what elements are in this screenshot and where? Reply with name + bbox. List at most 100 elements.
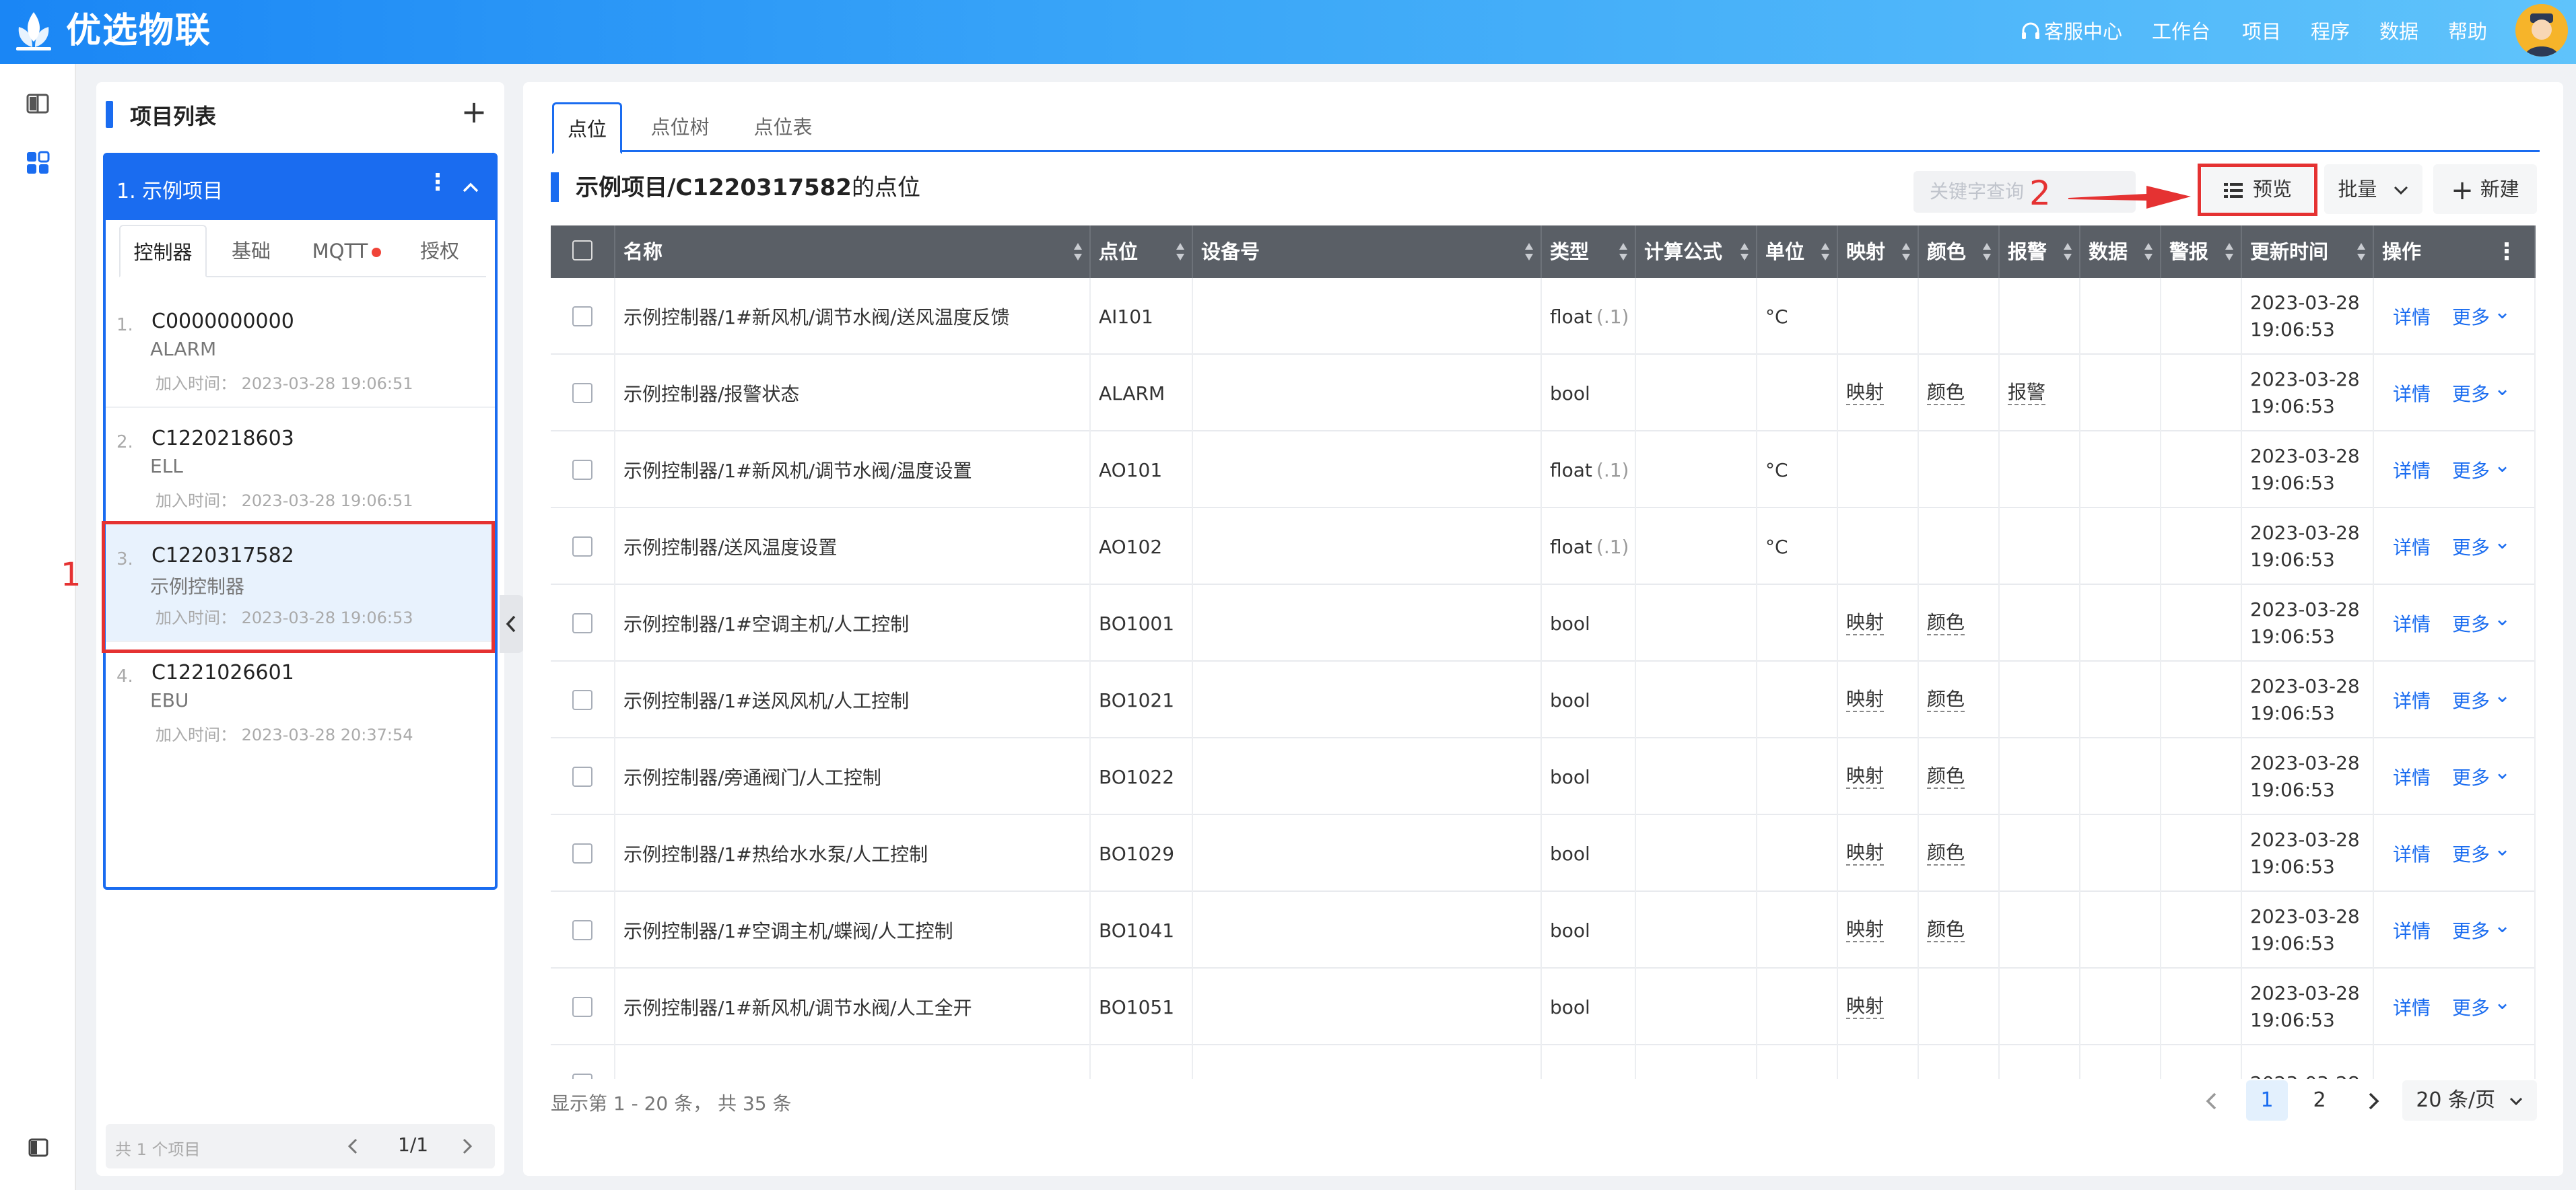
chevron-down-icon[interactable]: ⌄ <box>2494 761 2511 784</box>
more-link[interactable]: 更多 <box>2452 840 2490 867</box>
kebab-menu-icon[interactable]: ⋮ <box>426 169 449 196</box>
map-link[interactable]: 映射 <box>1846 381 1885 405</box>
table-row[interactable]: 示例控制器/1#新风机/调节水阀/温度设置 AO101 float (.1) °C 202… <box>551 431 2536 508</box>
detail-link[interactable]: 详情 <box>2393 840 2431 867</box>
page-2-button[interactable]: 2 <box>2299 1080 2340 1121</box>
map-link[interactable]: 映射 <box>1846 765 1885 789</box>
more-link[interactable]: 更多 <box>2452 380 2490 407</box>
chevron-down-icon[interactable]: ⌄ <box>2494 991 2511 1014</box>
row-checkbox[interactable] <box>572 690 592 710</box>
detail-link[interactable]: 详情 <box>2393 456 2431 483</box>
column-header-type[interactable]: 类型 <box>1542 225 1636 278</box>
chevron-down-icon[interactable]: ⌄ <box>2494 914 2511 938</box>
nav-data[interactable]: 数据 <box>2379 16 2418 47</box>
color-link[interactable]: 颜色 <box>1927 611 1965 635</box>
sort-icon[interactable] <box>1073 240 1083 263</box>
row-checkbox[interactable] <box>572 1074 592 1079</box>
tab-point-tree[interactable]: 点位树 <box>638 102 722 152</box>
table-row[interactable]: 示例控制器/1#热给水水泵/人工控制 BO1029 bool 映射 颜色 2023-03-… <box>551 815 2536 892</box>
more-link[interactable]: 更多 <box>2452 533 2490 560</box>
sort-icon[interactable] <box>2357 240 2366 263</box>
tab-point-table[interactable]: 点位表 <box>739 102 827 152</box>
new-button[interactable]: + 新建 <box>2433 164 2537 214</box>
chevron-down-icon[interactable]: ⌄ <box>2494 607 2511 631</box>
detail-link[interactable]: 详情 <box>2393 380 2431 407</box>
column-header-alarm[interactable]: 报警 <box>2000 225 2080 278</box>
sort-icon[interactable] <box>1524 240 1534 263</box>
column-header-device[interactable]: 设备号 <box>1193 225 1542 278</box>
row-checkbox[interactable] <box>572 767 592 787</box>
table-row[interactable]: 2023-03-28 <box>551 1045 2536 1079</box>
column-header-unit[interactable]: 单位 <box>1757 225 1838 278</box>
table-row[interactable]: 示例控制器/1#空调主机/蝶阀/人工控制 BO1041 bool 映射 颜色 2023-0… <box>551 892 2536 969</box>
table-row[interactable]: 示例控制器/1#送风风机/人工控制 BO1021 bool 映射 颜色 2023-03-2… <box>551 662 2536 738</box>
map-link[interactable]: 映射 <box>1846 611 1885 635</box>
table-row[interactable]: 示例控制器/1#空调主机/人工控制 BO1001 bool 映射 颜色 2023-03-2… <box>551 585 2536 662</box>
chevron-down-icon[interactable]: ⌄ <box>2494 454 2511 477</box>
row-checkbox[interactable] <box>572 920 592 940</box>
sort-icon[interactable] <box>1176 240 1185 263</box>
controller-item[interactable]: 2. C1220218603 ELL 加入时间： 2023-03-28 19:0… <box>106 408 495 525</box>
detail-link[interactable]: 详情 <box>2393 303 2431 330</box>
sidebar-toggle-icon[interactable] <box>28 1138 48 1158</box>
nav-customer-service[interactable]: 客服中心 <box>2044 16 2122 47</box>
sort-icon[interactable] <box>2144 240 2153 263</box>
tab-basic[interactable]: 基础 <box>211 225 291 277</box>
chevron-down-icon[interactable]: ⌄ <box>2494 300 2511 324</box>
column-header-map[interactable]: 映射 <box>1838 225 1919 278</box>
color-link[interactable]: 颜色 <box>1927 765 1965 789</box>
row-checkbox[interactable] <box>572 536 592 557</box>
column-header-point[interactable]: 点位 <box>1091 225 1193 278</box>
detail-link[interactable]: 详情 <box>2393 533 2431 560</box>
column-header-data[interactable]: 数据 <box>2080 225 2161 278</box>
page-1-button[interactable]: 1 <box>2246 1080 2288 1121</box>
more-link[interactable]: 更多 <box>2452 763 2490 790</box>
sort-icon[interactable] <box>1619 240 1628 263</box>
batch-button[interactable]: 批量 <box>2324 164 2422 214</box>
nav-programs[interactable]: 程序 <box>2311 16 2350 47</box>
detail-link[interactable]: 详情 <box>2393 917 2431 944</box>
chevron-down-icon[interactable]: ⌄ <box>2494 530 2511 554</box>
add-project-button[interactable]: + <box>459 96 489 128</box>
tab-authorization[interactable]: 授权 <box>400 225 479 277</box>
chevron-down-icon[interactable]: ⌄ <box>2494 684 2511 707</box>
sort-icon[interactable] <box>1740 240 1749 263</box>
controller-item[interactable]: 1. C0000000000 ALARM 加入时间： 2023-03-28 19… <box>106 291 495 408</box>
map-link[interactable]: 映射 <box>1846 995 1885 1019</box>
more-link[interactable]: 更多 <box>2452 610 2490 637</box>
select-all-checkbox[interactable] <box>572 240 592 260</box>
column-header-warn[interactable]: 警报 <box>2161 225 2242 278</box>
color-link[interactable]: 颜色 <box>1927 688 1965 712</box>
detail-link[interactable]: 详情 <box>2393 610 2431 637</box>
headset-icon[interactable] <box>2020 22 2041 43</box>
project-header[interactable]: 1. 示例项目 ⋮ <box>106 155 495 220</box>
table-row[interactable]: 示例控制器/送风温度设置 AO102 float (.1) °C 2023-03-28 19… <box>551 508 2536 585</box>
sort-icon[interactable] <box>1901 240 1911 263</box>
map-link[interactable]: 映射 <box>1846 918 1885 942</box>
tab-controllers[interactable]: 控制器 <box>119 225 207 277</box>
row-checkbox[interactable] <box>572 843 592 864</box>
color-link[interactable]: 颜色 <box>1927 918 1965 942</box>
row-checkbox[interactable] <box>572 997 592 1017</box>
more-link[interactable]: 更多 <box>2452 993 2490 1020</box>
column-header-updated[interactable]: 更新时间 <box>2242 225 2374 278</box>
nav-projects[interactable]: 项目 <box>2242 16 2281 47</box>
row-checkbox[interactable] <box>572 383 592 403</box>
column-header-name[interactable]: 名称 <box>615 225 1091 278</box>
nav-help[interactable]: 帮助 <box>2448 16 2487 47</box>
column-settings-icon[interactable]: ⋮ <box>2495 225 2518 278</box>
sort-icon[interactable] <box>2063 240 2072 263</box>
table-row[interactable]: 示例控制器/旁通阀门/人工控制 BO1022 bool 映射 颜色 2023-03-28 1… <box>551 738 2536 815</box>
more-link[interactable]: 更多 <box>2452 917 2490 944</box>
chevron-down-icon[interactable]: ⌄ <box>2494 377 2511 400</box>
column-header-color[interactable]: 颜色 <box>1919 225 2000 278</box>
more-link[interactable]: 更多 <box>2452 456 2490 483</box>
more-link[interactable]: 更多 <box>2452 303 2490 330</box>
chevron-up-icon[interactable] <box>461 178 480 197</box>
user-avatar[interactable] <box>2515 4 2568 57</box>
sort-icon[interactable] <box>2225 240 2234 263</box>
tab-points[interactable]: 点位 <box>552 102 622 154</box>
table-row[interactable]: 示例控制器/1#新风机/调节水阀/送风温度反馈 AI101 float (.1) °C 2… <box>551 278 2536 355</box>
detail-link[interactable]: 详情 <box>2393 763 2431 790</box>
page-size-select[interactable]: 20 条/页 <box>2402 1080 2537 1121</box>
